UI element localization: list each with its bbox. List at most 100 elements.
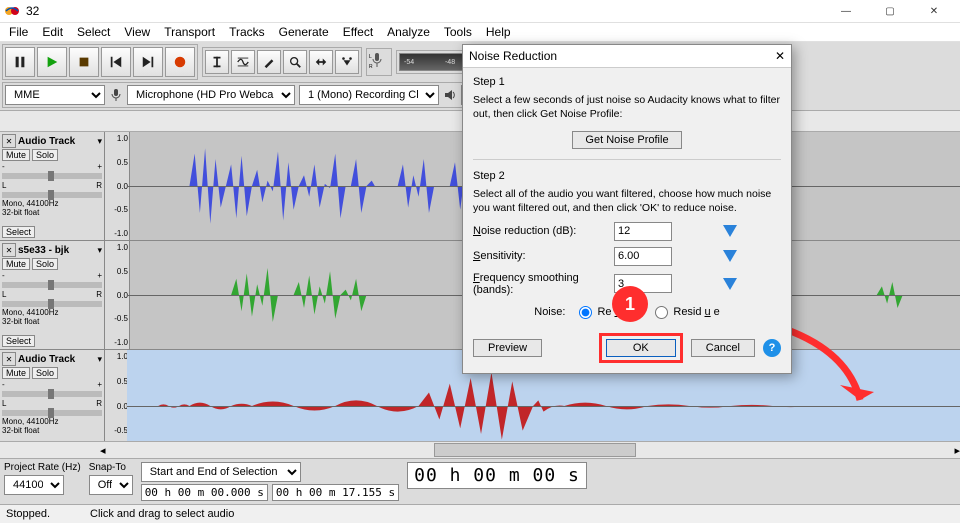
- svg-text:L: L: [369, 54, 372, 60]
- track-menu-icon[interactable]: ▾: [97, 354, 102, 365]
- menu-analyze[interactable]: Analyze: [380, 25, 437, 39]
- residue-radio[interactable]: Residue: [655, 306, 719, 319]
- track-close-icon[interactable]: ✕: [2, 352, 16, 366]
- noise-reduction-dialog: Noise Reduction ✕ Step 1 Select a few se…: [462, 44, 792, 374]
- menu-tools[interactable]: Tools: [437, 25, 479, 39]
- maximize-button[interactable]: ▢: [868, 0, 912, 22]
- pan-slider[interactable]: [2, 301, 102, 307]
- menu-view[interactable]: View: [117, 25, 157, 39]
- gain-slider[interactable]: [2, 391, 102, 397]
- track-close-icon[interactable]: ✕: [2, 243, 16, 257]
- gain-slider[interactable]: [2, 282, 102, 288]
- selection-format-select[interactable]: Start and End of Selection: [141, 462, 301, 482]
- mute-button[interactable]: Mute: [2, 149, 30, 161]
- dialog-close-icon[interactable]: ✕: [775, 49, 785, 63]
- noise-reduction-slider[interactable]: [723, 225, 737, 237]
- audio-position-field[interactable]: 00 h 00 m 00 s: [407, 462, 587, 489]
- draw-tool[interactable]: [257, 50, 281, 74]
- speaker-icon: [443, 88, 457, 102]
- play-button[interactable]: [37, 47, 67, 77]
- menu-file[interactable]: File: [2, 25, 35, 39]
- track-control-panel[interactable]: ✕Audio Track▾ MuteSolo -+ LR Mono, 44100…: [0, 350, 105, 441]
- status-hint: Click and drag to select audio: [90, 508, 234, 520]
- sensitivity-input[interactable]: [614, 247, 672, 266]
- menu-effect[interactable]: Effect: [336, 25, 380, 39]
- svg-text:R: R: [369, 64, 373, 70]
- sensitivity-label: Sensitivity:: [473, 250, 608, 262]
- pan-slider[interactable]: [2, 192, 102, 198]
- record-button[interactable]: [165, 47, 195, 77]
- ok-button-highlight: OK: [599, 333, 683, 363]
- noise-reduction-label: Noise reduction (dB):: [473, 225, 608, 237]
- rec-meter-icon-group: LR: [366, 48, 392, 76]
- frequency-smoothing-slider[interactable]: [723, 278, 737, 290]
- track-menu-icon[interactable]: ▾: [97, 136, 102, 147]
- skip-start-button[interactable]: [101, 47, 131, 77]
- noise-mode-label: Noise:: [534, 306, 565, 319]
- solo-button[interactable]: Solo: [32, 258, 58, 270]
- cancel-button[interactable]: Cancel: [691, 339, 755, 357]
- ok-button[interactable]: OK: [606, 339, 676, 357]
- mute-button[interactable]: Mute: [2, 258, 30, 270]
- track-name[interactable]: Audio Track: [18, 136, 95, 147]
- stop-button[interactable]: [69, 47, 99, 77]
- skip-end-button[interactable]: [133, 47, 163, 77]
- close-button[interactable]: ✕: [912, 0, 956, 22]
- track-select-button[interactable]: Select: [2, 335, 35, 347]
- track-name[interactable]: Audio Track: [18, 354, 95, 365]
- help-icon[interactable]: ?: [763, 339, 781, 357]
- recording-device-select[interactable]: Microphone (HD Pro Webcam C920): [127, 85, 295, 105]
- horizontal-scrollbar[interactable]: ◂ ▸: [0, 441, 960, 458]
- track-close-icon[interactable]: ✕: [2, 134, 16, 148]
- menu-edit[interactable]: Edit: [35, 25, 70, 39]
- selection-tool[interactable]: [205, 50, 229, 74]
- track-control-panel[interactable]: ✕Audio Track▾ MuteSolo -+ LR Mono, 44100…: [0, 132, 105, 240]
- menu-transport[interactable]: Transport: [157, 25, 222, 39]
- step1-description: Select a few seconds of just noise so Au…: [473, 94, 781, 121]
- project-rate-select[interactable]: 44100: [4, 475, 64, 495]
- menu-generate[interactable]: Generate: [272, 25, 336, 39]
- annotation-step-badge: 1: [612, 286, 648, 322]
- get-noise-profile-button[interactable]: Get Noise Profile: [572, 131, 681, 149]
- menu-help[interactable]: Help: [479, 25, 518, 39]
- track-name[interactable]: s5e33 - bjk: [18, 245, 95, 256]
- scrollbar-thumb[interactable]: [434, 443, 636, 457]
- menu-select[interactable]: Select: [70, 25, 117, 39]
- mute-button[interactable]: Mute: [2, 367, 30, 379]
- envelope-tool[interactable]: [231, 50, 255, 74]
- gain-slider[interactable]: [2, 173, 102, 179]
- dialog-title-bar[interactable]: Noise Reduction ✕: [463, 45, 791, 68]
- track-control-panel[interactable]: ✕s5e33 - bjk▾ MuteSolo -+ LR Mono, 44100…: [0, 241, 105, 349]
- solo-button[interactable]: Solo: [32, 367, 58, 379]
- zoom-tool[interactable]: [283, 50, 307, 74]
- menu-bar: File Edit Select View Transport Tracks G…: [0, 23, 960, 42]
- snap-to-label: Snap-To: [89, 462, 133, 473]
- microphone-icon: [109, 88, 123, 102]
- snap-to-select[interactable]: Off: [89, 475, 133, 495]
- timeshift-tool[interactable]: [309, 50, 333, 74]
- pan-slider[interactable]: [2, 410, 102, 416]
- recording-channels-select[interactable]: 1 (Mono) Recording Chann: [299, 85, 439, 105]
- audio-host-select[interactable]: MME: [5, 85, 105, 105]
- minimize-button[interactable]: —: [824, 0, 868, 22]
- track-menu-icon[interactable]: ▾: [97, 245, 102, 256]
- preview-button[interactable]: Preview: [473, 339, 542, 357]
- noise-reduction-input[interactable]: [614, 222, 672, 241]
- track-format-info: Mono, 44100Hz32-bit float: [2, 418, 102, 436]
- multi-tool[interactable]: [335, 50, 359, 74]
- step2-description: Select all of the audio you want filtere…: [473, 188, 781, 215]
- sensitivity-slider[interactable]: [723, 250, 737, 262]
- selection-end-field[interactable]: 00 h 00 m 17.155 s: [272, 484, 399, 501]
- menu-tracks[interactable]: Tracks: [222, 25, 272, 39]
- project-rate-label: Project Rate (Hz): [4, 462, 81, 473]
- track-format-info: Mono, 44100Hz32-bit float: [2, 309, 102, 327]
- selection-start-field[interactable]: 00 h 00 m 00.000 s: [141, 484, 268, 501]
- device-toolbar: MME Microphone (HD Pro Webcam C920) 1 (M…: [2, 82, 504, 108]
- transport-toolbar: [2, 44, 198, 80]
- status-state: Stopped.: [6, 508, 50, 520]
- step2-heading: Step 2: [473, 170, 781, 182]
- app-icon: [4, 3, 20, 19]
- solo-button[interactable]: Solo: [32, 149, 58, 161]
- pause-button[interactable]: [5, 47, 35, 77]
- track-select-button[interactable]: Select: [2, 226, 35, 238]
